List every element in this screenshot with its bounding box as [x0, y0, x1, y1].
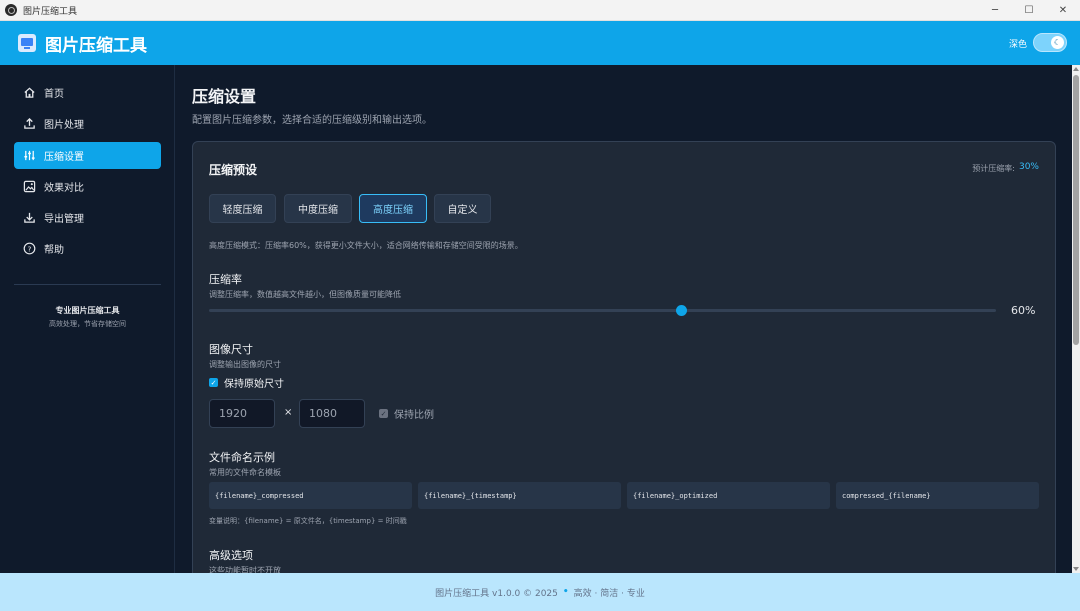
upload-icon [22, 117, 36, 131]
preset-medium-button[interactable]: 中度压缩 [284, 194, 352, 223]
sidebar-item-label: 效果对比 [44, 183, 84, 194]
footer-dot: • [562, 587, 569, 597]
preset-light-button[interactable]: 轻度压缩 [209, 194, 276, 223]
close-icon[interactable]: ✕ [1046, 0, 1080, 21]
keep-original-checkbox[interactable]: ✓ [209, 378, 218, 387]
naming-template-chip[interactable]: {filename}_{timestamp} [418, 482, 621, 509]
svg-text:?: ? [27, 244, 31, 253]
download-icon [22, 211, 36, 225]
footer-text: 图片压缩工具 v1.0.0 © 2025 [435, 588, 558, 599]
estimated-ratio-label: 预计压缩率: [972, 164, 1015, 173]
variable-note: 变量说明：{filename} = 原文件名，{timestamp} = 时间戳 [209, 517, 407, 525]
height-input[interactable]: 1080 [299, 399, 365, 428]
sidebar-item-export[interactable]: 导出管理 [14, 204, 161, 231]
sidebar-item-label: 压缩设置 [44, 152, 84, 163]
size-title: 图像尺寸 [209, 343, 253, 356]
keep-original-label: 保持原始尺寸 [224, 379, 284, 390]
sidebar: 首页 图片处理 压缩设置 效果对比 导出管理 ? 帮助 专业图片压缩工具 高效处… [0, 65, 175, 573]
naming-template-chip[interactable]: {filename}_optimized [627, 482, 830, 509]
rate-subtitle: 调整压缩率，数值越高文件越小，但图像质量可能降低 [209, 290, 401, 299]
theme-label: 深色 [1008, 40, 1027, 50]
preset-high-button[interactable]: 高度压缩 [359, 194, 427, 223]
home-icon [22, 86, 36, 100]
settings-card: 压缩预设 预计压缩率: 30% 轻度压缩 中度压缩 高度压缩 自定义 高度压缩模… [192, 141, 1056, 573]
scrollbar-thumb[interactable] [1073, 75, 1079, 345]
monitor-icon [18, 34, 36, 52]
page-description: 配置图片压缩参数，选择合适的压缩级别和输出选项。 [192, 115, 432, 126]
promo-subtitle: 高效处理，节省存储空间 [49, 320, 126, 328]
naming-title: 文件命名示例 [209, 451, 275, 464]
advanced-title: 高级选项 [209, 549, 253, 562]
times-sign: × [284, 407, 293, 418]
window-title: 图片压缩工具 [23, 6, 78, 17]
promo-title: 专业图片压缩工具 [55, 306, 120, 315]
help-icon: ? [22, 242, 36, 256]
naming-template-chip[interactable]: compressed_{filename} [836, 482, 1039, 509]
width-input[interactable]: 1920 [209, 399, 275, 428]
keep-ratio-checkbox[interactable]: ✓ [379, 409, 388, 418]
card-title: 压缩预设 [209, 163, 258, 177]
sidebar-item-process[interactable]: 图片处理 [14, 110, 161, 137]
maximize-icon[interactable]: ☐ [1012, 0, 1046, 21]
sidebar-item-compress-settings[interactable]: 压缩设置 [14, 142, 161, 169]
advanced-subtitle: 这些功能暂时不开放 [209, 566, 281, 573]
app-name: 图片压缩工具 [45, 35, 147, 56]
main-content: 压缩设置 配置图片压缩参数，选择合适的压缩级别和输出选项。 压缩预设 预计压缩率… [176, 65, 1072, 573]
sidebar-item-help[interactable]: ? 帮助 [14, 235, 161, 262]
sidebar-item-label: 导出管理 [44, 214, 84, 225]
rate-slider-track[interactable] [209, 309, 996, 312]
sidebar-item-home[interactable]: 首页 [14, 79, 161, 106]
sidebar-item-label: 帮助 [44, 245, 64, 256]
moon-icon: ☾ [1051, 36, 1064, 49]
sidebar-item-label: 图片处理 [44, 120, 84, 131]
app-footer: 图片压缩工具 v1.0.0 © 2025 • 高效 · 简洁 · 专业 [0, 573, 1080, 611]
sliders-icon [22, 149, 36, 163]
sidebar-item-label: 首页 [44, 89, 64, 100]
rate-value: 60% [1011, 304, 1036, 317]
naming-template-chip[interactable]: {filename}_compressed [209, 482, 412, 509]
minimize-icon[interactable]: ─ [978, 0, 1012, 21]
footer-tagline: 高效 · 简洁 · 专业 [573, 588, 645, 599]
keep-original-row[interactable]: ✓ 保持原始尺寸 [209, 375, 284, 390]
scroll-down-icon[interactable] [1073, 567, 1079, 571]
size-subtitle: 调整输出图像的尺寸 [209, 360, 281, 369]
window-titlebar: 图片压缩工具 ─ ☐ ✕ [0, 0, 1080, 21]
mode-description: 高度压缩模式：压缩率60%，获得更小文件大小，适合网络传输和存储空间受限的场景。 [209, 241, 523, 250]
preset-custom-button[interactable]: 自定义 [434, 194, 491, 223]
estimated-ratio-value: 30% [1018, 162, 1039, 172]
sidebar-item-compare[interactable]: 效果对比 [14, 173, 161, 200]
page-title: 压缩设置 [192, 87, 257, 106]
scroll-up-icon[interactable] [1073, 67, 1079, 71]
keep-ratio-label: 保持比例 [394, 410, 434, 421]
images-icon [22, 180, 36, 194]
theme-toggle[interactable]: ☾ [1033, 33, 1067, 52]
rate-title: 压缩率 [209, 273, 242, 286]
main-scrollbar[interactable] [1072, 65, 1080, 573]
app-icon [5, 4, 17, 16]
rate-slider-handle[interactable] [675, 305, 687, 316]
naming-subtitle: 常用的文件命名模板 [209, 468, 281, 477]
sidebar-divider [14, 284, 161, 285]
keep-ratio-row[interactable]: ✓ 保持比例 [379, 406, 434, 421]
app-header: 图片压缩工具 深色 ☾ [0, 21, 1080, 65]
